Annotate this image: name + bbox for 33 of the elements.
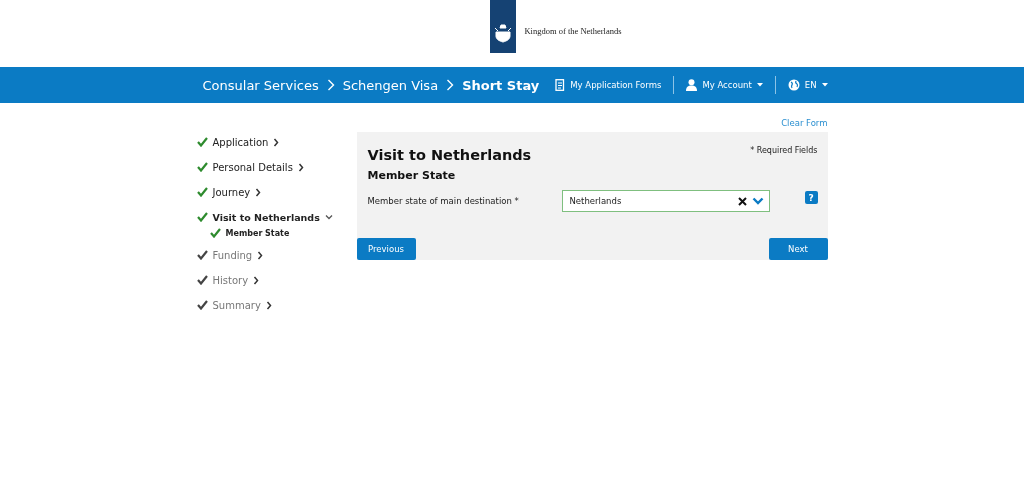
step-link[interactable]: Visit to Netherlands [212,211,320,223]
step-link[interactable]: Application [212,136,269,148]
required-note: * Required Fields [750,146,818,157]
next-button[interactable]: Next [768,238,828,260]
language-menu[interactable]: EN [787,79,828,91]
previous-button[interactable]: Previous [356,238,416,260]
substep-link[interactable]: Member State [225,228,290,238]
application-forms-link[interactable]: My Application Forms [555,79,662,91]
document-icon [555,79,566,91]
breadcrumb-link[interactable]: Schengen Visa [342,77,439,93]
caret-icon [756,83,763,87]
clear-icon [737,196,747,206]
user-icon [686,79,698,91]
country-select[interactable]: Netherlands [561,190,770,212]
step-link[interactable]: Journey [212,186,251,198]
caret-icon [821,83,828,87]
step-link[interactable]: Personal Details [212,161,293,173]
breadcrumb-link[interactable]: Short Stay [462,77,540,93]
clear-form-link[interactable]: Clear Form [781,118,828,128]
chevron-right-icon [446,79,455,91]
form-title: Visit to Netherlands [367,147,532,163]
step-link[interactable]: History [212,274,249,286]
step-link[interactable]: Summary [212,299,261,311]
help-button[interactable]: ? [804,191,818,204]
chevron-down-icon [751,197,764,205]
account-menu[interactable]: My Account [686,79,763,91]
chevron-right-icon [326,79,335,91]
breadcrumb-link[interactable]: Consular Services [202,77,319,93]
field-label: Member state of main destination * [367,196,520,206]
globe-icon [787,79,800,91]
section-title: Member State [367,169,457,182]
step-link[interactable]: Funding [212,249,253,261]
brand-name: Kingdom of the Netherlands [524,26,622,36]
